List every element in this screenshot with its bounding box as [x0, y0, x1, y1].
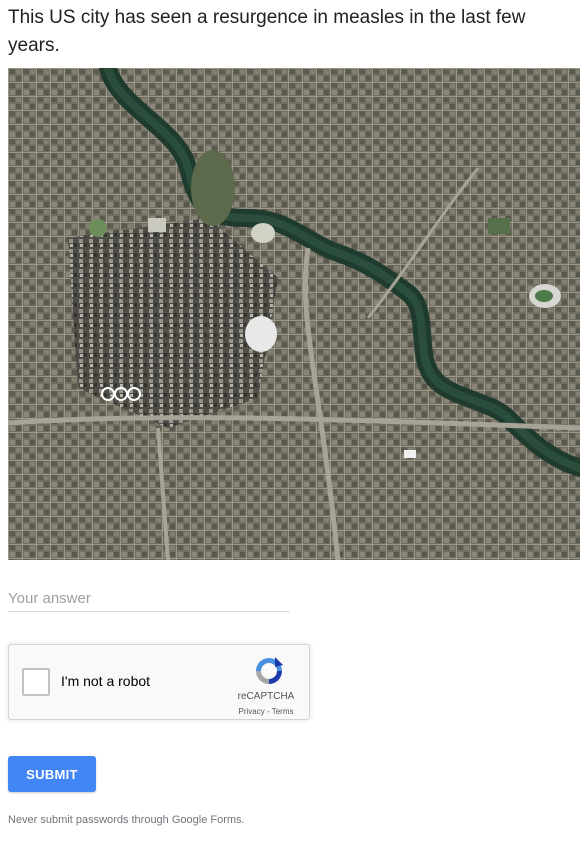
question-text: This US city has seen a resurgence in me…	[8, 7, 526, 56]
answer-input[interactable]	[8, 586, 290, 612]
privacy-link[interactable]: Privacy	[239, 707, 265, 716]
recaptcha-widget: I'm not a robot reCAPTCHA Privacy - Term…	[8, 644, 310, 720]
recaptcha-checkbox[interactable]	[22, 668, 50, 696]
submit-button[interactable]: SUBMIT	[8, 756, 96, 792]
recaptcha-links: Privacy - Terms	[231, 707, 301, 716]
recaptcha-brand: reCAPTCHA	[237, 691, 295, 702]
recaptcha-logo-icon	[256, 657, 283, 684]
footer-notice: Never submit passwords through Google Fo…	[8, 814, 245, 826]
satellite-map-image	[8, 68, 580, 560]
recaptcha-label: I'm not a robot	[61, 673, 151, 689]
terms-link[interactable]: Terms	[272, 707, 294, 716]
link-separator: -	[264, 707, 272, 716]
